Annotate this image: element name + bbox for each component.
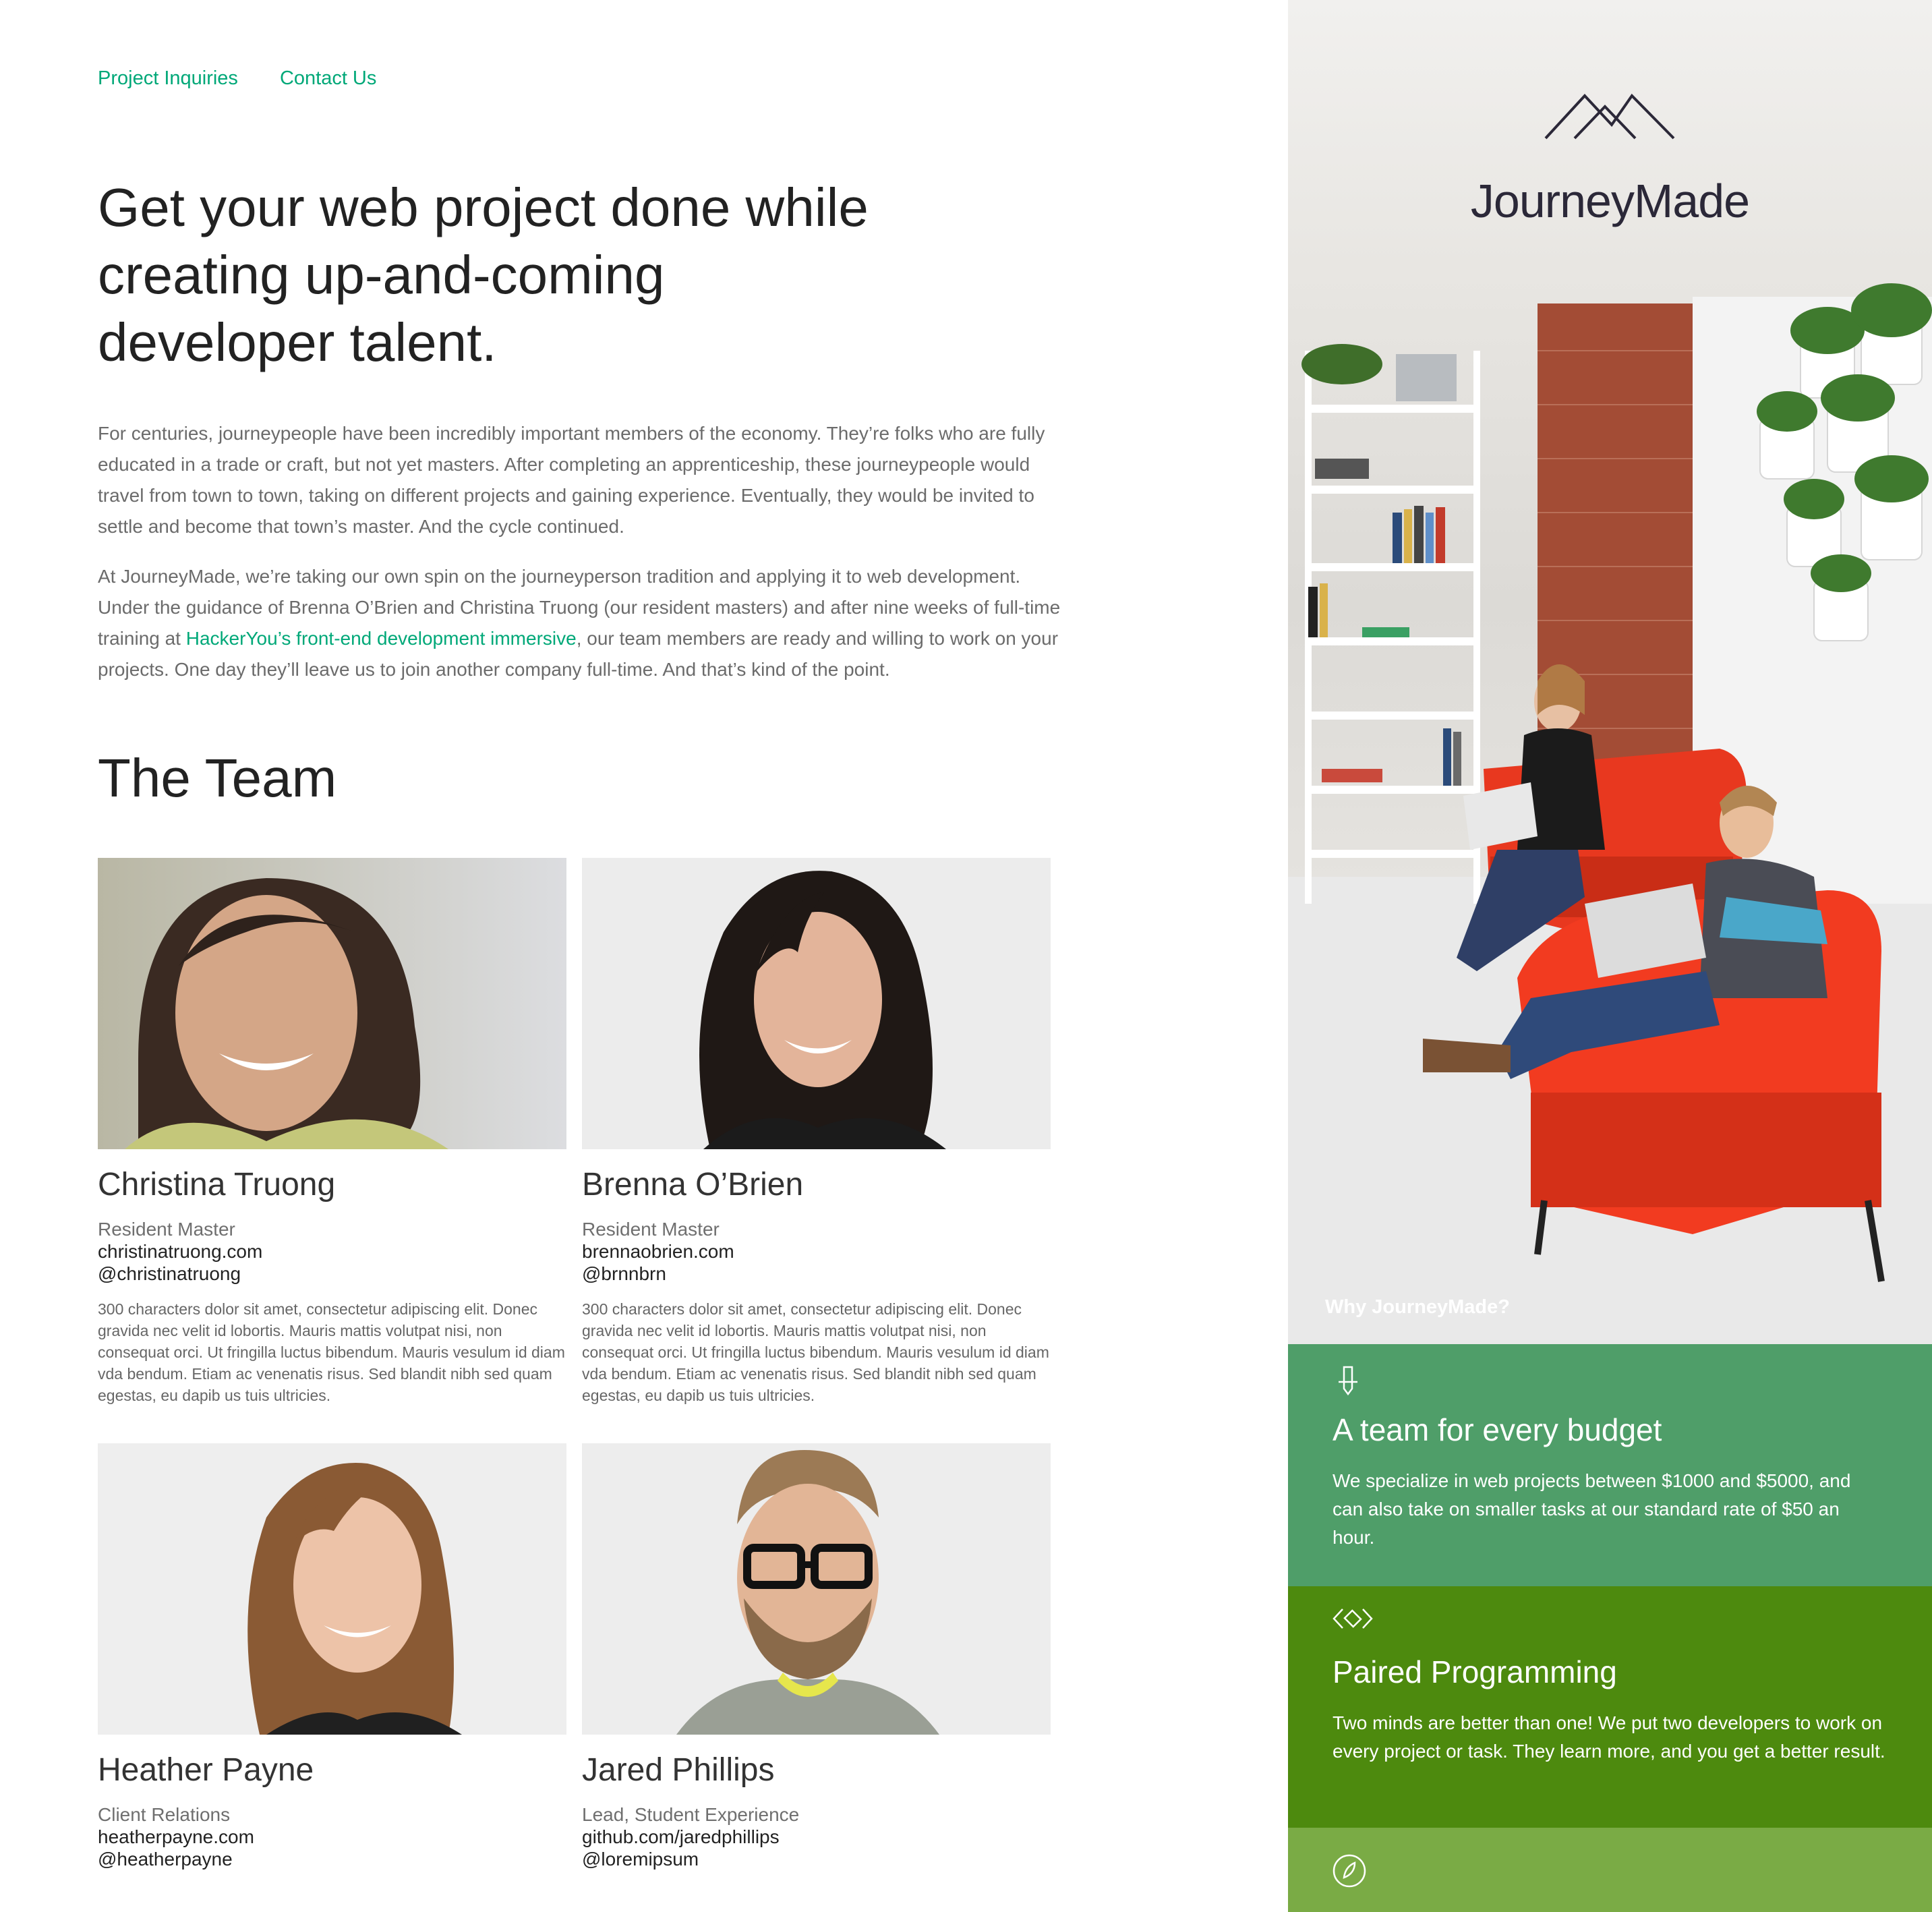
- team-member-photo: [582, 1443, 1051, 1735]
- member-role: Lead, Student Experience: [582, 1804, 800, 1825]
- member-name: Brenna O’Brien: [582, 1167, 804, 1203]
- team-member-card: Brenna O’Brien Resident Master brennaobr…: [582, 858, 1051, 1406]
- member-bio: 300 characters dolor sit amet, consectet…: [582, 1300, 1049, 1404]
- intro-paragraph-1: For centuries, journeypeople have been i…: [98, 423, 1045, 537]
- feature-budget: A team for every budget We specialize in…: [1288, 1344, 1932, 1586]
- member-website-link[interactable]: christinatruong.com: [98, 1240, 566, 1263]
- member-name: Christina Truong: [98, 1167, 336, 1203]
- feature-title: A team for every budget: [1333, 1412, 1662, 1447]
- sidebar: JourneyMade Why JourneyMade? A team for …: [1288, 0, 1932, 1912]
- team-section-title: The Team: [98, 748, 337, 808]
- member-name: Heather Payne: [98, 1752, 314, 1788]
- feature-paired-programming: Paired Programming Two minds are better …: [1288, 1586, 1932, 1828]
- hero-image: JourneyMade Why JourneyMade?: [1288, 0, 1932, 1344]
- leaf-icon: [1333, 1854, 1366, 1888]
- why-journeymade-label: Why JourneyMade?: [1325, 1296, 1510, 1318]
- pencil-icon: [1339, 1366, 1357, 1396]
- team-member-card: Heather Payne Client Relations heatherpa…: [98, 1443, 566, 1870]
- member-website-link[interactable]: heatherpayne.com: [98, 1826, 566, 1848]
- team-member-photo: [98, 858, 566, 1149]
- top-nav: Project Inquiries Contact Us: [98, 67, 376, 90]
- nav-link-project-inquiries[interactable]: Project Inquiries: [98, 67, 238, 90]
- member-twitter-link[interactable]: @christinatruong: [98, 1263, 566, 1285]
- team-member-photo: [582, 858, 1051, 1149]
- feature-title: Paired Programming: [1333, 1654, 1617, 1689]
- page-headline: Get your web project done while creating…: [98, 177, 869, 372]
- intro-paragraph-2: At JourneyMade, we’re taking our own spi…: [98, 561, 1069, 685]
- feature-text: We specialize in web projects between $1…: [1333, 1470, 1851, 1548]
- member-bio: 300 characters dolor sit amet, consectet…: [98, 1300, 565, 1404]
- member-role: Client Relations: [98, 1804, 231, 1825]
- feature-text: Two minds are better than one! We put tw…: [1333, 1712, 1885, 1762]
- member-role: Resident Master: [98, 1219, 235, 1240]
- member-twitter-link[interactable]: @loremipsum: [582, 1848, 1051, 1870]
- hackeryou-link[interactable]: HackerYou’s front-end development immers…: [186, 628, 577, 649]
- main-content: Project Inquiries Contact Us Get your we…: [0, 0, 1288, 1912]
- team-member-card: Jared Phillips Lead, Student Experience …: [582, 1443, 1051, 1870]
- member-name: Jared Phillips: [582, 1752, 775, 1788]
- team-member-photo: [98, 1443, 566, 1735]
- member-twitter-link[interactable]: @brnnbrn: [582, 1263, 1051, 1285]
- member-role: Resident Master: [582, 1219, 720, 1240]
- nav-link-contact-us[interactable]: Contact Us: [280, 67, 376, 90]
- brand-name: JourneyMade: [1470, 175, 1750, 227]
- code-brackets-icon: [1333, 1609, 1373, 1629]
- feature-third: [1288, 1828, 1932, 1912]
- intro-text: For centuries, journeypeople have been i…: [98, 418, 1069, 704]
- member-website-link[interactable]: github.com/jaredphillips: [582, 1826, 1051, 1848]
- member-twitter-link[interactable]: @heatherpayne: [98, 1848, 566, 1870]
- team-member-card: Christina Truong Resident Master christi…: [98, 858, 566, 1406]
- mountain-logo-icon: [1544, 93, 1675, 140]
- member-website-link[interactable]: brennaobrien.com: [582, 1240, 1051, 1263]
